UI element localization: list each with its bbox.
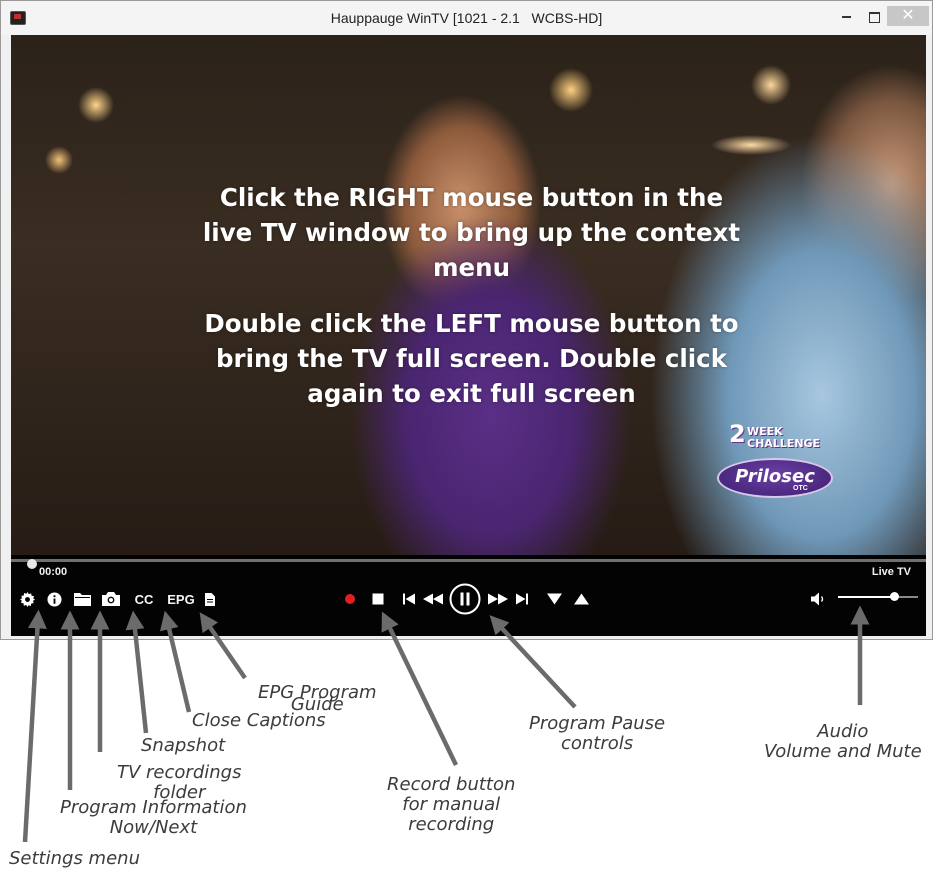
epg-guide-arrow [199, 612, 247, 680]
pause-controls-label: Program Pause controls [529, 714, 665, 754]
label-line: Volume and Mute [764, 741, 922, 762]
label-line: controls [560, 733, 634, 754]
snapshot-label: Snapshot [141, 736, 225, 756]
close-captions-label: Close Captions [192, 711, 326, 731]
label-line: Settings menu [9, 848, 140, 869]
label-line: Snapshot [141, 735, 226, 756]
record-label: Record button for manual recording [387, 775, 515, 835]
audio-label: Audio Volume and Mute [764, 722, 922, 762]
record-arrow [381, 611, 459, 766]
label-line: Now/Next [109, 817, 198, 838]
label-line: Close Captions [192, 710, 326, 731]
pause-controls-arrow [489, 615, 577, 709]
label-line: Audio [817, 721, 869, 742]
program-info-label: Program Information Now/Next [60, 798, 247, 838]
label-line: recording [408, 814, 495, 835]
label-line: Program Information [60, 797, 247, 818]
label-line: TV recordings [117, 762, 242, 783]
close-captions-arrow [160, 610, 192, 713]
settings-arrow [22, 609, 47, 843]
label-line: Record button [387, 774, 516, 795]
label-line: Program Pause [529, 713, 666, 734]
snapshot-arrow [125, 610, 149, 734]
label-line: for manual [402, 794, 501, 815]
settings-label: Settings menu [9, 849, 140, 869]
